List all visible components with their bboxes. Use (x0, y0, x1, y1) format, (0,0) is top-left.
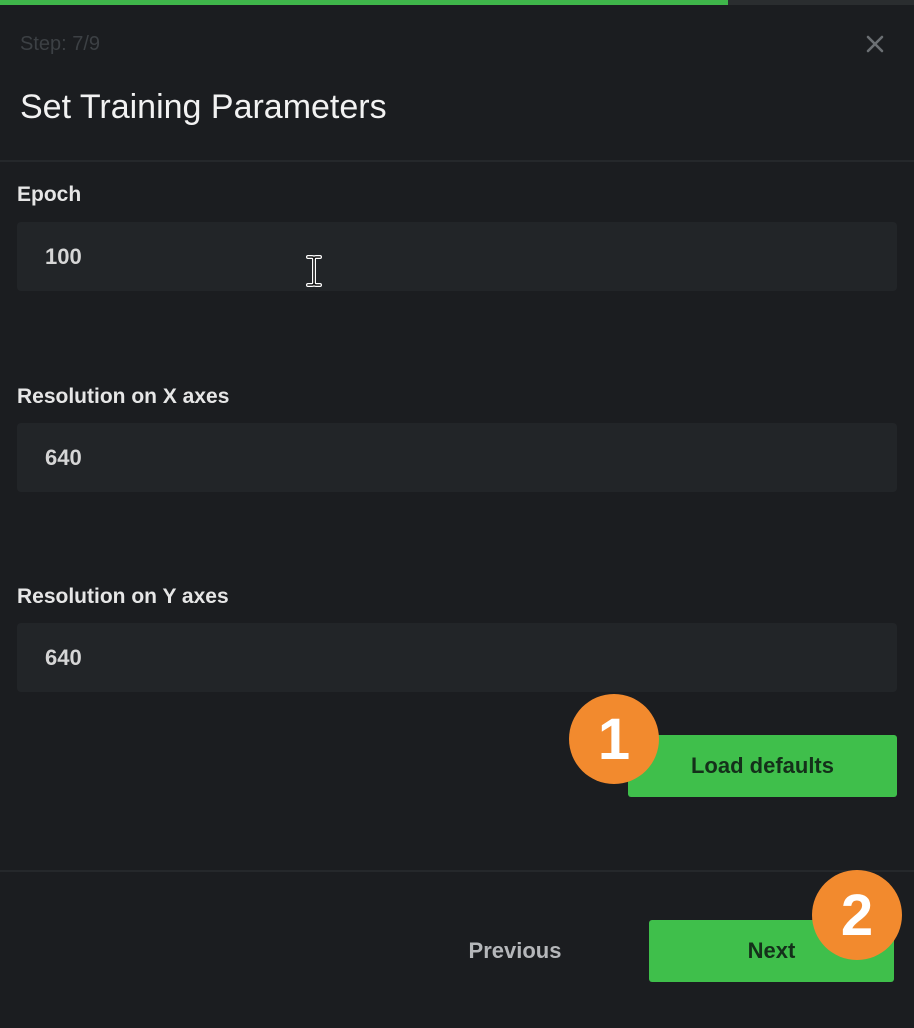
previous-label: Previous (468, 938, 562, 963)
footer-divider (0, 870, 914, 872)
wizard-progress-fill (0, 0, 728, 5)
epoch-input[interactable] (17, 222, 897, 291)
page-title: Set Training Parameters (20, 88, 387, 126)
next-label: Next (747, 938, 796, 963)
header-divider (0, 160, 914, 162)
close-icon (866, 35, 884, 53)
annotation-badge-2: 2 (812, 870, 902, 960)
resolution-x-input[interactable] (17, 423, 897, 492)
resolution-y-input[interactable] (17, 623, 897, 692)
previous-button[interactable]: Previous (440, 920, 590, 982)
epoch-label: Epoch (17, 183, 82, 206)
training-parameters-dialog: Step: 7/9 Set Training Parameters Epoch … (0, 0, 914, 1028)
close-button[interactable] (860, 29, 890, 59)
resolution-x-label: Resolution on X axes (17, 385, 230, 408)
annotation-badge-1: 1 (569, 694, 659, 784)
load-defaults-button[interactable]: Load defaults (628, 735, 897, 797)
step-indicator: Step: 7/9 (20, 33, 101, 55)
text-cursor-icon (306, 255, 322, 287)
resolution-y-label: Resolution on Y axes (17, 585, 229, 608)
wizard-progress-bar (0, 0, 914, 5)
load-defaults-label: Load defaults (690, 753, 834, 778)
